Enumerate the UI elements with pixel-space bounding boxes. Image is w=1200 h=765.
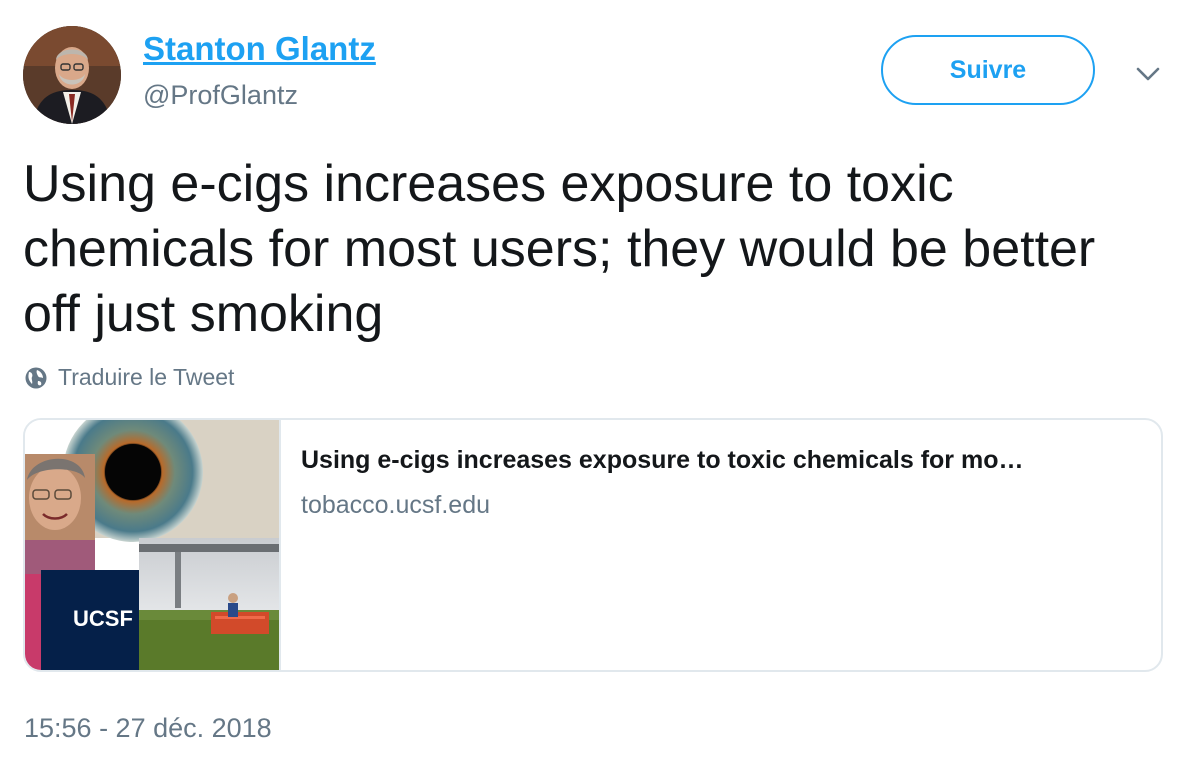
author-display-name[interactable]: Stanton Glantz bbox=[143, 30, 376, 68]
card-title[interactable]: Using e-cigs increases exposure to toxic… bbox=[301, 446, 1151, 475]
globe-icon bbox=[24, 366, 48, 390]
avatar-image bbox=[23, 26, 121, 124]
translate-tweet-link[interactable]: Traduire le Tweet bbox=[24, 364, 234, 391]
follow-button[interactable]: Suivre bbox=[881, 35, 1095, 105]
card-domain: tobacco.ucsf.edu bbox=[301, 491, 491, 519]
tweet-timestamp[interactable]: 15:56 - 27 déc. 2018 bbox=[24, 713, 272, 744]
card-thumbnail: UCSF bbox=[25, 420, 289, 670]
author-handle[interactable]: @ProfGlantz bbox=[143, 80, 298, 111]
ucsf-logo: UCSF bbox=[73, 606, 133, 631]
avatar[interactable] bbox=[23, 26, 121, 124]
translate-label: Traduire le Tweet bbox=[58, 364, 235, 390]
chevron-down-icon[interactable] bbox=[1134, 62, 1162, 86]
tweet-text: Using e-cigs increases exposure to toxic… bbox=[23, 155, 1096, 343]
link-card[interactable]: UCSF Using e-cigs increases exposure to … bbox=[23, 418, 1163, 672]
